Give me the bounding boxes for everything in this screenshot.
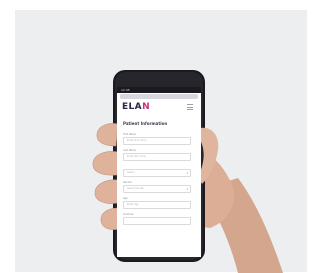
gender-label: Gender: [123, 181, 132, 184]
finger-2: [92, 151, 119, 176]
finger-3: [94, 179, 119, 204]
chevron-down-icon: ▾: [186, 187, 188, 191]
logo-text-a: ELA: [122, 102, 143, 112]
finger-1: [96, 123, 119, 147]
status-time: 12:45: [121, 88, 130, 92]
age-field[interactable]: Enter age: [123, 201, 191, 209]
gender-value: Select Gender: [127, 187, 144, 190]
first-name-placeholder: Enter first name: [127, 139, 147, 142]
select-value: Select: [127, 171, 135, 174]
continue-field[interactable]: [123, 217, 191, 225]
first-name-label: First Name: [123, 133, 136, 136]
first-name-field[interactable]: Enter first name: [123, 137, 191, 145]
last-name-placeholder: Enter last name: [127, 155, 147, 158]
chevron-down-icon: ▾: [186, 171, 188, 175]
last-name-field[interactable]: Enter last name: [123, 153, 191, 161]
status-bar: 12:45: [117, 87, 201, 93]
brand-logo[interactable]: ELAN: [122, 102, 150, 113]
gender-field[interactable]: Select Gender ▾: [123, 185, 191, 193]
hamburger-menu-icon[interactable]: [187, 104, 193, 110]
age-label: Age: [123, 197, 128, 200]
age-placeholder: Enter age: [127, 203, 139, 206]
form-heading: Patient Information: [123, 121, 168, 126]
logo-text-b: N: [142, 102, 150, 112]
phone-screen: 12:45 ELAN Patient Information First Nam…: [117, 87, 201, 257]
continue-label: Continue: [123, 213, 134, 216]
select-field[interactable]: Select ▾: [123, 169, 191, 177]
url-bar[interactable]: [120, 94, 198, 99]
last-name-label: Last Name: [123, 149, 136, 152]
